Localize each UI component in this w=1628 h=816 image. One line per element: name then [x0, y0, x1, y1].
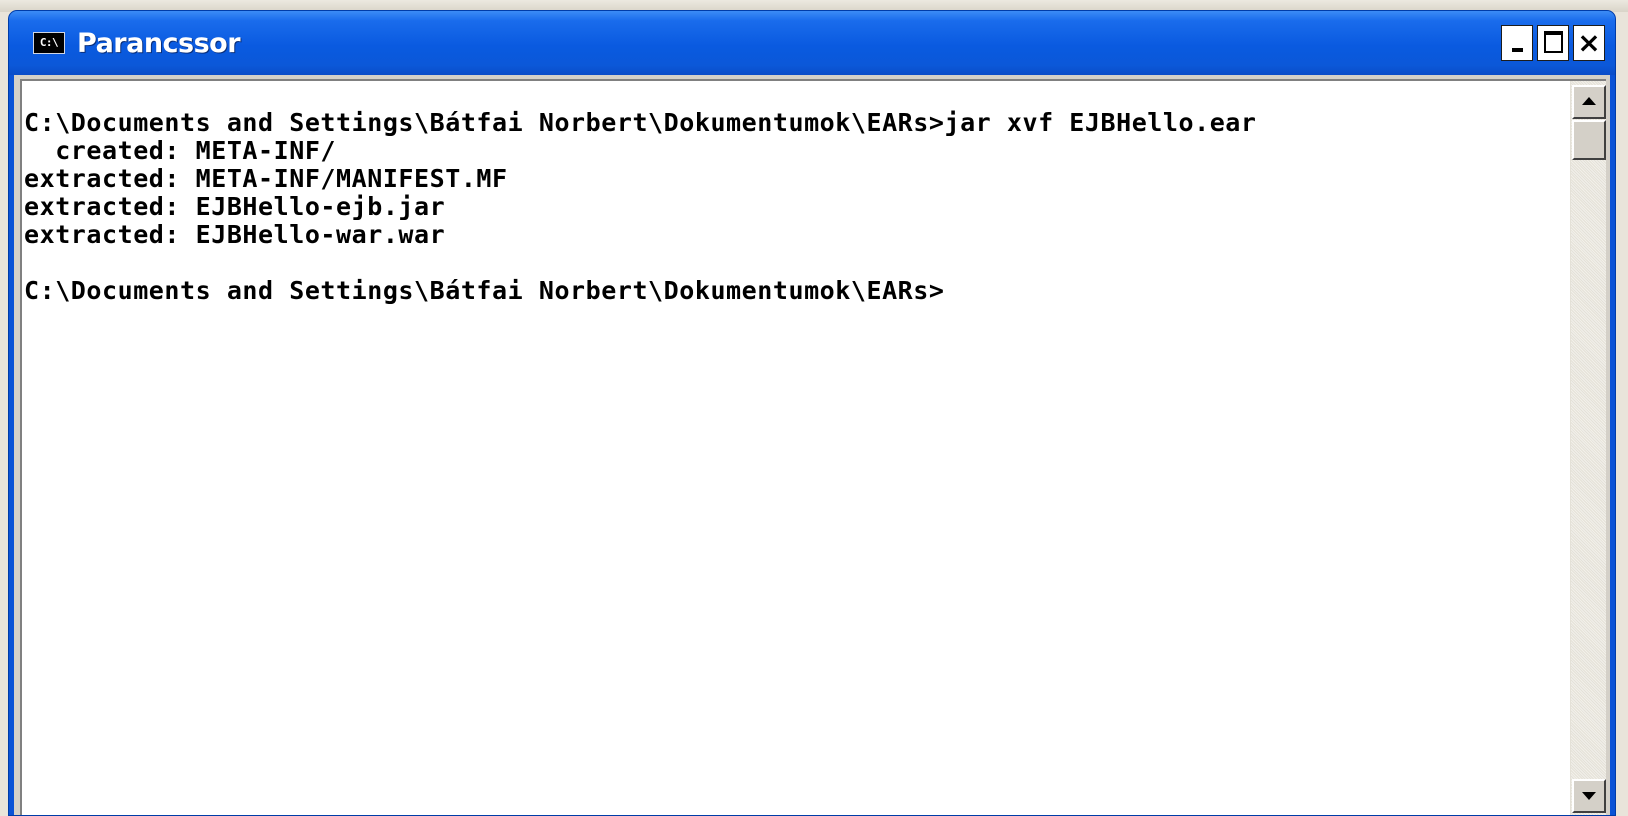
scroll-up-button[interactable]	[1572, 85, 1606, 119]
console-frame: C:\Documents and Settings\Bátfai Norbert…	[20, 79, 1606, 815]
vertical-scrollbar[interactable]	[1570, 81, 1606, 815]
close-button[interactable]: ×	[1573, 25, 1605, 61]
close-icon: ×	[1577, 26, 1601, 59]
minimize-icon	[1512, 48, 1523, 52]
scroll-down-button[interactable]	[1572, 779, 1606, 813]
console-line: extracted: META-INF/MANIFEST.MF	[24, 164, 508, 193]
command-prompt-window[interactable]: C:\ Parancssor × C:\Documents and Settin…	[8, 10, 1616, 816]
maximize-button[interactable]	[1537, 25, 1569, 61]
maximize-icon	[1544, 31, 1563, 53]
console-output[interactable]: C:\Documents and Settings\Bátfai Norbert…	[24, 81, 1570, 815]
window-client-area: C:\Documents and Settings\Bátfai Norbert…	[14, 75, 1610, 815]
console-app-icon[interactable]: C:\	[33, 32, 65, 54]
title-bar[interactable]: C:\ Parancssor ×	[9, 11, 1615, 75]
minimize-button[interactable]	[1501, 25, 1533, 61]
console-prompt-line[interactable]: C:\Documents and Settings\Bátfai Norbert…	[24, 277, 1570, 305]
scrollbar-thumb[interactable]	[1572, 120, 1606, 160]
console-line: extracted: EJBHello-war.war	[24, 220, 446, 249]
window-controls: ×	[1501, 25, 1605, 61]
console-line: created: META-INF/	[24, 136, 337, 165]
window-title: Parancssor	[77, 27, 241, 59]
arrow-up-icon	[1582, 97, 1596, 105]
console-line: C:\Documents and Settings\Bátfai Norbert…	[24, 108, 1257, 137]
console-line: extracted: EJBHello-ejb.jar	[24, 192, 446, 221]
arrow-down-icon	[1582, 792, 1596, 800]
